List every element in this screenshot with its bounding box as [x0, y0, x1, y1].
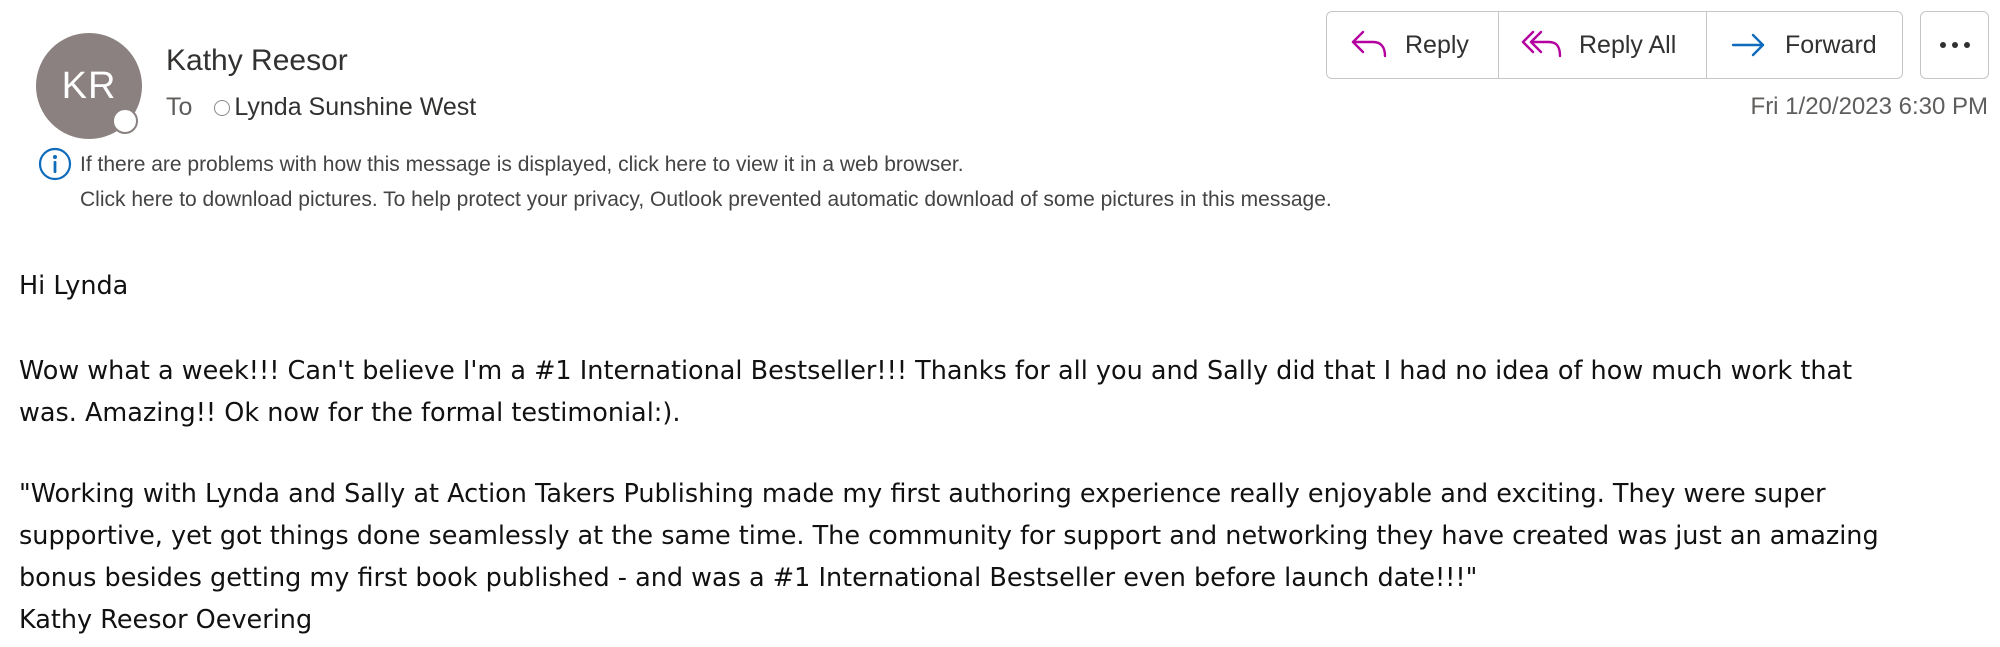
reply-label: Reply: [1405, 30, 1469, 59]
sender-name[interactable]: Kathy Reesor: [166, 44, 348, 78]
forward-icon: [1731, 33, 1765, 57]
reply-all-icon: [1521, 30, 1562, 58]
recipients-row: To Lynda Sunshine West: [166, 93, 476, 122]
signature-text: Kathy Reesor Oevering: [19, 605, 313, 635]
message-timestamp: Fri 1/20/2023 6:30 PM: [1750, 93, 1988, 120]
more-actions-button[interactable]: [1920, 11, 1989, 79]
forward-label: Forward: [1785, 30, 1877, 59]
ellipsis-icon: [1939, 42, 1970, 48]
info-icon: [38, 147, 72, 181]
sender-initials: KR: [61, 64, 117, 107]
reply-button[interactable]: Reply: [1327, 12, 1498, 78]
download-pictures-link[interactable]: Click here to download pictures. To help…: [80, 188, 1332, 212]
message-actions: Reply Reply All Forward: [1326, 11, 1903, 79]
to-label: To: [166, 93, 193, 121]
reply-all-label: Reply All: [1579, 30, 1677, 59]
testimonial-line-1: "Working with Lynda and Sally at Action …: [19, 479, 1826, 509]
view-in-browser-link[interactable]: If there are problems with how this mess…: [80, 153, 964, 177]
forward-button[interactable]: Forward: [1706, 12, 1902, 78]
recipient-name[interactable]: Lynda Sunshine West: [234, 93, 476, 122]
testimonial-line-2: supportive, yet got things done seamless…: [19, 521, 1879, 551]
body-paragraph-1-line-2: was. Amazing!! Ok now for the formal tes…: [19, 398, 681, 428]
presence-status-icon: [112, 108, 138, 134]
testimonial-line-3: bonus besides getting my first book publ…: [19, 563, 1478, 593]
greeting-text: Hi Lynda: [19, 271, 129, 301]
recipient-presence-icon: [214, 99, 231, 116]
body-paragraph-1-line-1: Wow what a week!!! Can't believe I'm a #…: [19, 356, 1853, 386]
reply-icon: [1351, 30, 1387, 58]
reply-all-button[interactable]: Reply All: [1498, 12, 1706, 78]
